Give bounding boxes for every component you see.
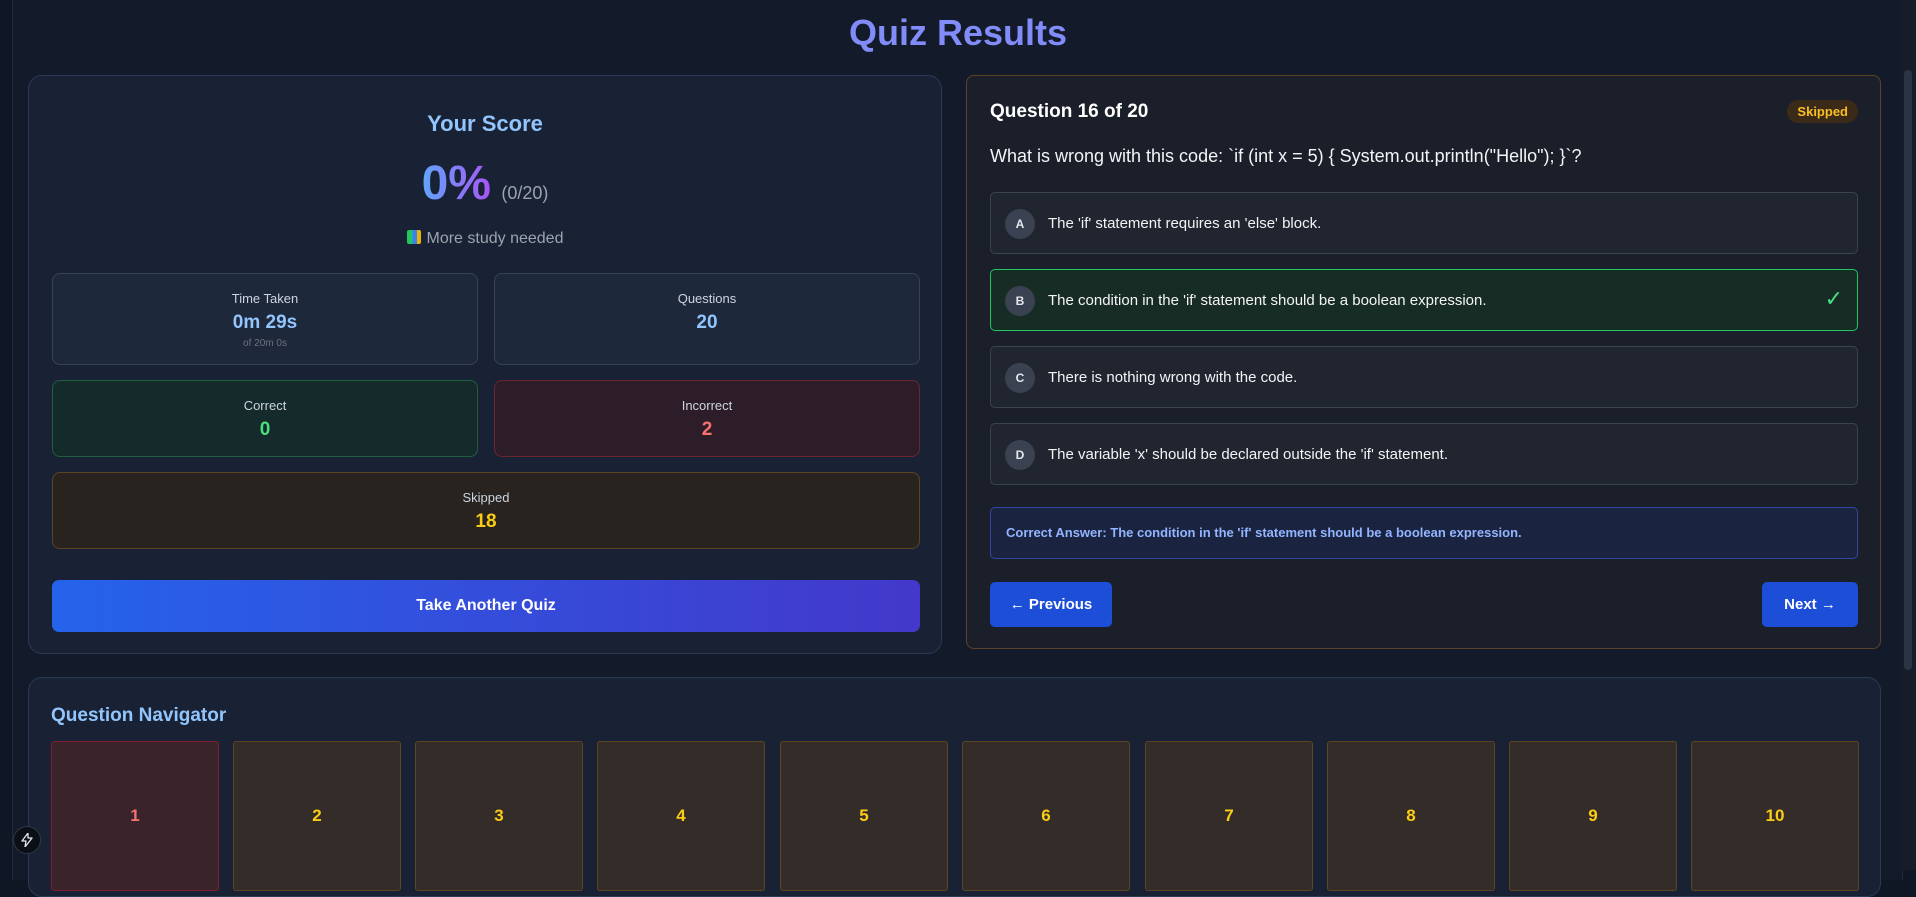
stat-time-taken: Time Taken 0m 29s of 20m 0s: [52, 273, 478, 365]
stat-value: 0: [259, 419, 271, 440]
navigator-tile-4[interactable]: 4: [597, 741, 765, 891]
question-card: Question 16 of 20 Skipped What is wrong …: [966, 75, 1881, 649]
option-d[interactable]: D The variable 'x' should be declared ou…: [990, 423, 1858, 485]
books-icon: [406, 230, 421, 244]
option-letter: A: [1005, 209, 1035, 239]
navigator-tile-7[interactable]: 7: [1145, 741, 1313, 891]
page-title: Quiz Results: [848, 12, 1068, 53]
option-text: The condition in the 'if' statement shou…: [1048, 292, 1487, 309]
option-text: The 'if' statement requires an 'else' bl…: [1048, 215, 1322, 232]
status-badge: Skipped: [1787, 100, 1858, 123]
navigator-tile-2[interactable]: 2: [233, 741, 401, 891]
stat-label: Correct: [243, 398, 287, 413]
next-button[interactable]: Next →: [1762, 582, 1858, 627]
option-letter: C: [1005, 363, 1035, 393]
take-another-quiz-button[interactable]: Take Another Quiz: [52, 580, 920, 632]
score-card: Your Score 0% (0/20) More study needed T…: [28, 75, 942, 654]
score-line: 0% (0/20): [29, 156, 941, 211]
stat-incorrect: Incorrect 2: [494, 380, 920, 457]
score-message: More study needed: [29, 230, 941, 248]
stat-label: Incorrect: [681, 398, 733, 413]
navigator-tile-5[interactable]: 5: [780, 741, 948, 891]
stat-skipped: Skipped 18: [52, 472, 920, 549]
navigator-tile-9[interactable]: 9: [1509, 741, 1677, 891]
question-number: Question 16 of 20: [990, 101, 1149, 122]
option-text: The variable 'x' should be declared outs…: [1048, 446, 1449, 463]
option-c[interactable]: C There is nothing wrong with the code.: [990, 346, 1858, 408]
stat-value: 2: [701, 419, 713, 440]
score-heading: Your Score: [427, 111, 543, 136]
question-text: What is wrong with this code: `if (int x…: [990, 146, 1582, 166]
page-scrollbar[interactable]: [1900, 0, 1916, 870]
stat-label: Questions: [677, 291, 737, 306]
stat-value: 18: [475, 511, 497, 532]
stat-sub: of 20m 0s: [243, 338, 287, 349]
option-a[interactable]: A The 'if' statement requires an 'else' …: [990, 192, 1858, 254]
scrollbar-thumb[interactable]: [1904, 70, 1912, 670]
stat-correct: Correct 0: [52, 380, 478, 457]
check-icon: ✓: [1824, 286, 1843, 311]
navigator-tile-10[interactable]: 10: [1691, 741, 1859, 891]
stat-value: 20: [696, 312, 718, 333]
option-letter: B: [1005, 286, 1035, 316]
stat-label: Time Taken: [231, 291, 299, 306]
option-letter: D: [1005, 440, 1035, 470]
navigator-tile-1[interactable]: 1: [51, 741, 219, 891]
bolt-icon[interactable]: [13, 826, 41, 854]
stat-label: Skipped: [462, 490, 510, 505]
navigator-tile-8[interactable]: 8: [1327, 741, 1495, 891]
navigator-tile-3[interactable]: 3: [415, 741, 583, 891]
stat-value: 0m 29s: [232, 312, 298, 333]
navigator-title: Question Navigator: [51, 705, 227, 726]
question-navigator: Question Navigator 1 2 3 4 5 6 7 8 9 10: [28, 677, 1881, 897]
stat-questions: Questions 20: [494, 273, 920, 365]
correct-answer-box: Correct Answer: The condition in the 'if…: [990, 507, 1858, 559]
option-text: There is nothing wrong with the code.: [1048, 369, 1298, 386]
navigator-tile-6[interactable]: 6: [962, 741, 1130, 891]
score-message-text: More study needed: [426, 230, 564, 247]
score-percent: 0%: [421, 157, 491, 210]
score-fraction: (0/20): [501, 183, 549, 203]
previous-button[interactable]: ← Previous: [990, 582, 1112, 627]
option-b[interactable]: B The condition in the 'if' statement sh…: [990, 269, 1858, 331]
